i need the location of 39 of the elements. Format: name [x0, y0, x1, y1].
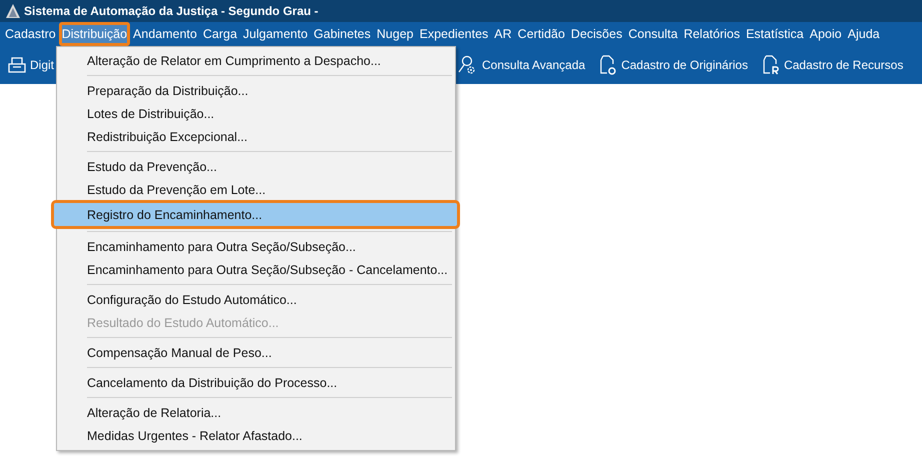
document-icon: [599, 55, 618, 75]
menu-item[interactable]: Decisões: [568, 22, 626, 46]
menu-item[interactable]: AR: [491, 22, 515, 46]
menu-item[interactable]: Certidão: [514, 22, 568, 46]
menu-option[interactable]: Redistribuição Excepcional...: [57, 125, 455, 148]
menu-item[interactable]: Andamento: [130, 22, 200, 46]
toolbar-button[interactable]: Consulta Avançada: [456, 53, 588, 77]
menu-option[interactable]: Alteração de Relatoria...: [57, 401, 455, 424]
menu-item[interactable]: Distribuição: [58, 22, 130, 46]
menu-option[interactable]: Encaminhamento para Outra Seção/Subseção - Cancelamento...: [57, 258, 455, 281]
toolbar-button[interactable]: Cadastro de Recursos: [760, 53, 906, 77]
menu-option[interactable]: Registro do Encaminhamento...: [54, 203, 457, 226]
app-logo-icon: [6, 4, 20, 18]
menu-item[interactable]: Ajuda: [844, 22, 883, 46]
tray-icon: [8, 56, 26, 74]
window-title: Sistema de Automação da Justiça - Segundo Grau -: [24, 4, 318, 18]
menu-option[interactable]: Preparação da Distribuição...: [57, 79, 455, 102]
menu-item[interactable]: Carga: [200, 22, 240, 46]
menu-option[interactable]: Estudo da Prevenção em Lote...: [57, 178, 455, 201]
menu-item[interactable]: Expedientes: [416, 22, 492, 46]
menu-option[interactable]: Compensação Manual de Peso...: [57, 341, 455, 364]
menu-option[interactable]: Cancelamento da Distribuição do Processo...: [57, 371, 455, 394]
menu-option[interactable]: Alteração de Relator em Cumprimento a Despacho...: [57, 49, 455, 72]
menu-option[interactable]: Medidas Urgentes - Relator Afastado...: [57, 424, 455, 447]
menu-item[interactable]: Gabinetes: [310, 22, 374, 46]
menu-item[interactable]: Nugep: [374, 22, 416, 46]
menu-option[interactable]: Configuração do Estudo Automático...: [57, 288, 455, 311]
menu-item[interactable]: Cadastro: [2, 22, 59, 46]
menu-option[interactable]: Lotes de Distribuição...: [57, 102, 455, 125]
menu-option[interactable]: Estudo da Prevenção...: [57, 155, 455, 178]
menu-option[interactable]: Encaminhamento para Outra Seção/Subseção...: [57, 235, 455, 258]
menu-item[interactable]: Julgamento: [240, 22, 311, 46]
menu-item[interactable]: Apoio: [806, 22, 845, 46]
menu-item[interactable]: Relatórios: [680, 22, 743, 46]
toolbar-button[interactable]: Cadastro de Originários: [597, 53, 750, 77]
menu-item[interactable]: Estatística: [742, 22, 807, 46]
menu-item[interactable]: Consulta: [625, 22, 681, 46]
toolbar-button[interactable]: Digit: [6, 54, 56, 76]
document-icon: [762, 55, 780, 75]
